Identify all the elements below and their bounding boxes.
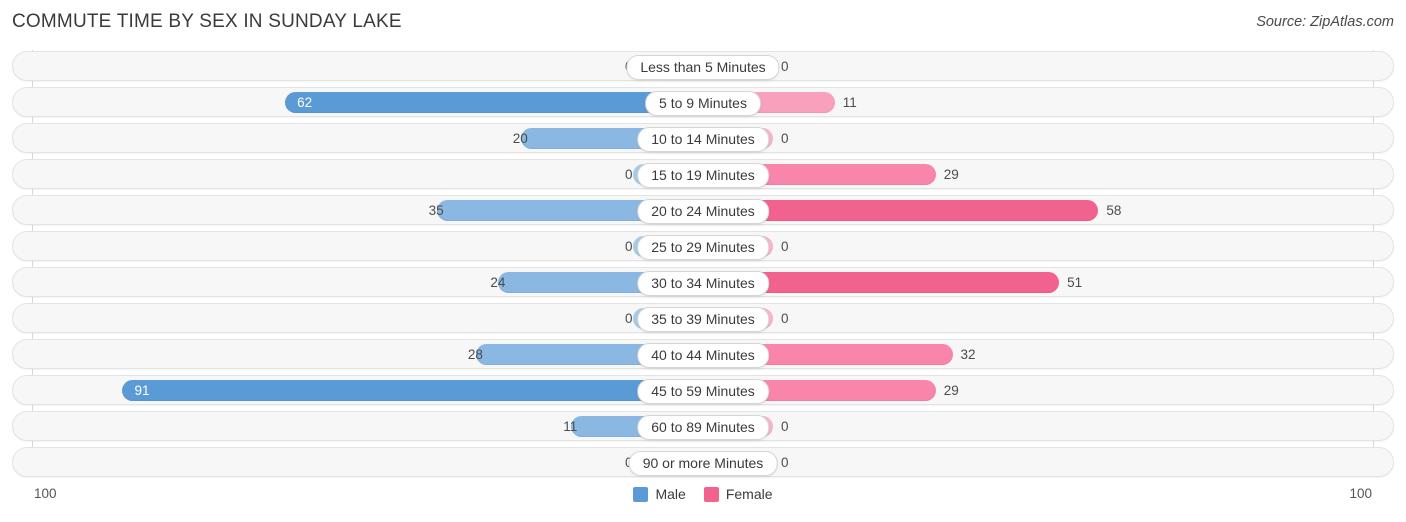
row-inner: 11 0 60 to 89 Minutes: [13, 412, 1393, 440]
bar-value-female: 0: [781, 311, 789, 326]
bar-value-female: 51: [1067, 275, 1083, 290]
row-inner: 0 0 35 to 39 Minutes: [13, 304, 1393, 332]
page-title: COMMUTE TIME BY SEX IN SUNDAY LAKE: [12, 11, 402, 32]
table-row[interactable]: 0 29 15 to 19 Minutes: [12, 159, 1394, 189]
category-label: 5 to 9 Minutes: [645, 91, 761, 116]
bar-rows: 00Less than 5 Minutes62115 to 9 Minutes2…: [0, 46, 1406, 477]
category-label: Less than 5 Minutes: [626, 55, 780, 80]
table-row[interactable]: 91 29 45 to 59 Minutes: [12, 375, 1394, 405]
bar-male[interactable]: [122, 380, 703, 401]
table-row[interactable]: 355820 to 24 Minutes: [12, 195, 1394, 225]
row-inner: 355820 to 24 Minutes: [13, 196, 1393, 224]
row-inner: 20010 to 14 Minutes: [13, 124, 1393, 152]
category-label: 25 to 29 Minutes: [637, 235, 769, 260]
table-row[interactable]: 0090 or more Minutes: [12, 447, 1394, 477]
chart-root: COMMUTE TIME BY SEX IN SUNDAY LAKE Sourc…: [0, 0, 1406, 522]
row-inner: 245130 to 34 Minutes: [13, 268, 1393, 296]
chart-header: COMMUTE TIME BY SEX IN SUNDAY LAKE Sourc…: [0, 0, 1406, 46]
bar-value-female: 29: [943, 167, 959, 182]
legend-item-female[interactable]: Female: [703, 486, 773, 502]
table-row[interactable]: 00Less than 5 Minutes: [12, 51, 1394, 81]
chart-footer: 100 100 Male Female: [0, 480, 1406, 522]
legend-swatch-icon: [703, 486, 719, 502]
category-label: 60 to 89 Minutes: [637, 415, 769, 440]
category-label: 90 or more Minutes: [628, 451, 778, 476]
legend-label: Female: [725, 486, 773, 502]
bar-value-female: 11: [842, 95, 857, 110]
table-row[interactable]: 62 11 5 to 9 Minutes: [12, 87, 1394, 117]
table-row[interactable]: 0 0 25 to 29 Minutes: [12, 231, 1394, 261]
bar-value-female: 58: [1106, 203, 1122, 218]
bar-value-female: 0: [781, 419, 789, 434]
table-row[interactable]: 11 0 60 to 89 Minutes: [12, 411, 1394, 441]
category-label: 20 to 24 Minutes: [637, 199, 769, 224]
source-attribution: Source: ZipAtlas.com: [1256, 14, 1394, 30]
category-label: 45 to 59 Minutes: [637, 379, 769, 404]
category-label: 30 to 34 Minutes: [637, 271, 769, 296]
row-inner: 0 0 25 to 29 Minutes: [13, 232, 1393, 260]
row-inner: 283240 to 44 Minutes: [13, 340, 1393, 368]
legend-item-male[interactable]: Male: [633, 486, 686, 502]
bar-male[interactable]: [285, 92, 703, 113]
category-label: 10 to 14 Minutes: [637, 127, 769, 152]
table-row[interactable]: 0 0 35 to 39 Minutes: [12, 303, 1394, 333]
bar-value-female: 0: [781, 239, 789, 254]
row-inner: 00Less than 5 Minutes: [13, 52, 1393, 80]
bar-value-female: 32: [960, 347, 976, 362]
row-inner: 0090 or more Minutes: [13, 448, 1393, 476]
bar-value-male: 91: [134, 383, 150, 398]
row-inner: 0 29 15 to 19 Minutes: [13, 160, 1393, 188]
table-row[interactable]: 245130 to 34 Minutes: [12, 267, 1394, 297]
bar-value-male: 62: [297, 95, 313, 110]
table-row[interactable]: 20010 to 14 Minutes: [12, 123, 1394, 153]
category-label: 15 to 19 Minutes: [637, 163, 769, 188]
bar-value-female: 0: [781, 455, 789, 470]
bar-value-female: 29: [943, 383, 959, 398]
legend: Male Female: [0, 486, 1406, 502]
category-label: 40 to 44 Minutes: [637, 343, 769, 368]
table-row[interactable]: 283240 to 44 Minutes: [12, 339, 1394, 369]
plot-area: 00Less than 5 Minutes62115 to 9 Minutes2…: [0, 46, 1406, 477]
bar-value-female: 0: [781, 59, 789, 74]
row-inner: 62 11 5 to 9 Minutes: [13, 88, 1393, 116]
bar-value-female: 0: [781, 131, 789, 146]
legend-swatch-icon: [633, 486, 649, 502]
row-inner: 91 29 45 to 59 Minutes: [13, 376, 1393, 404]
legend-label: Male: [655, 486, 686, 502]
category-label: 35 to 39 Minutes: [637, 307, 769, 332]
